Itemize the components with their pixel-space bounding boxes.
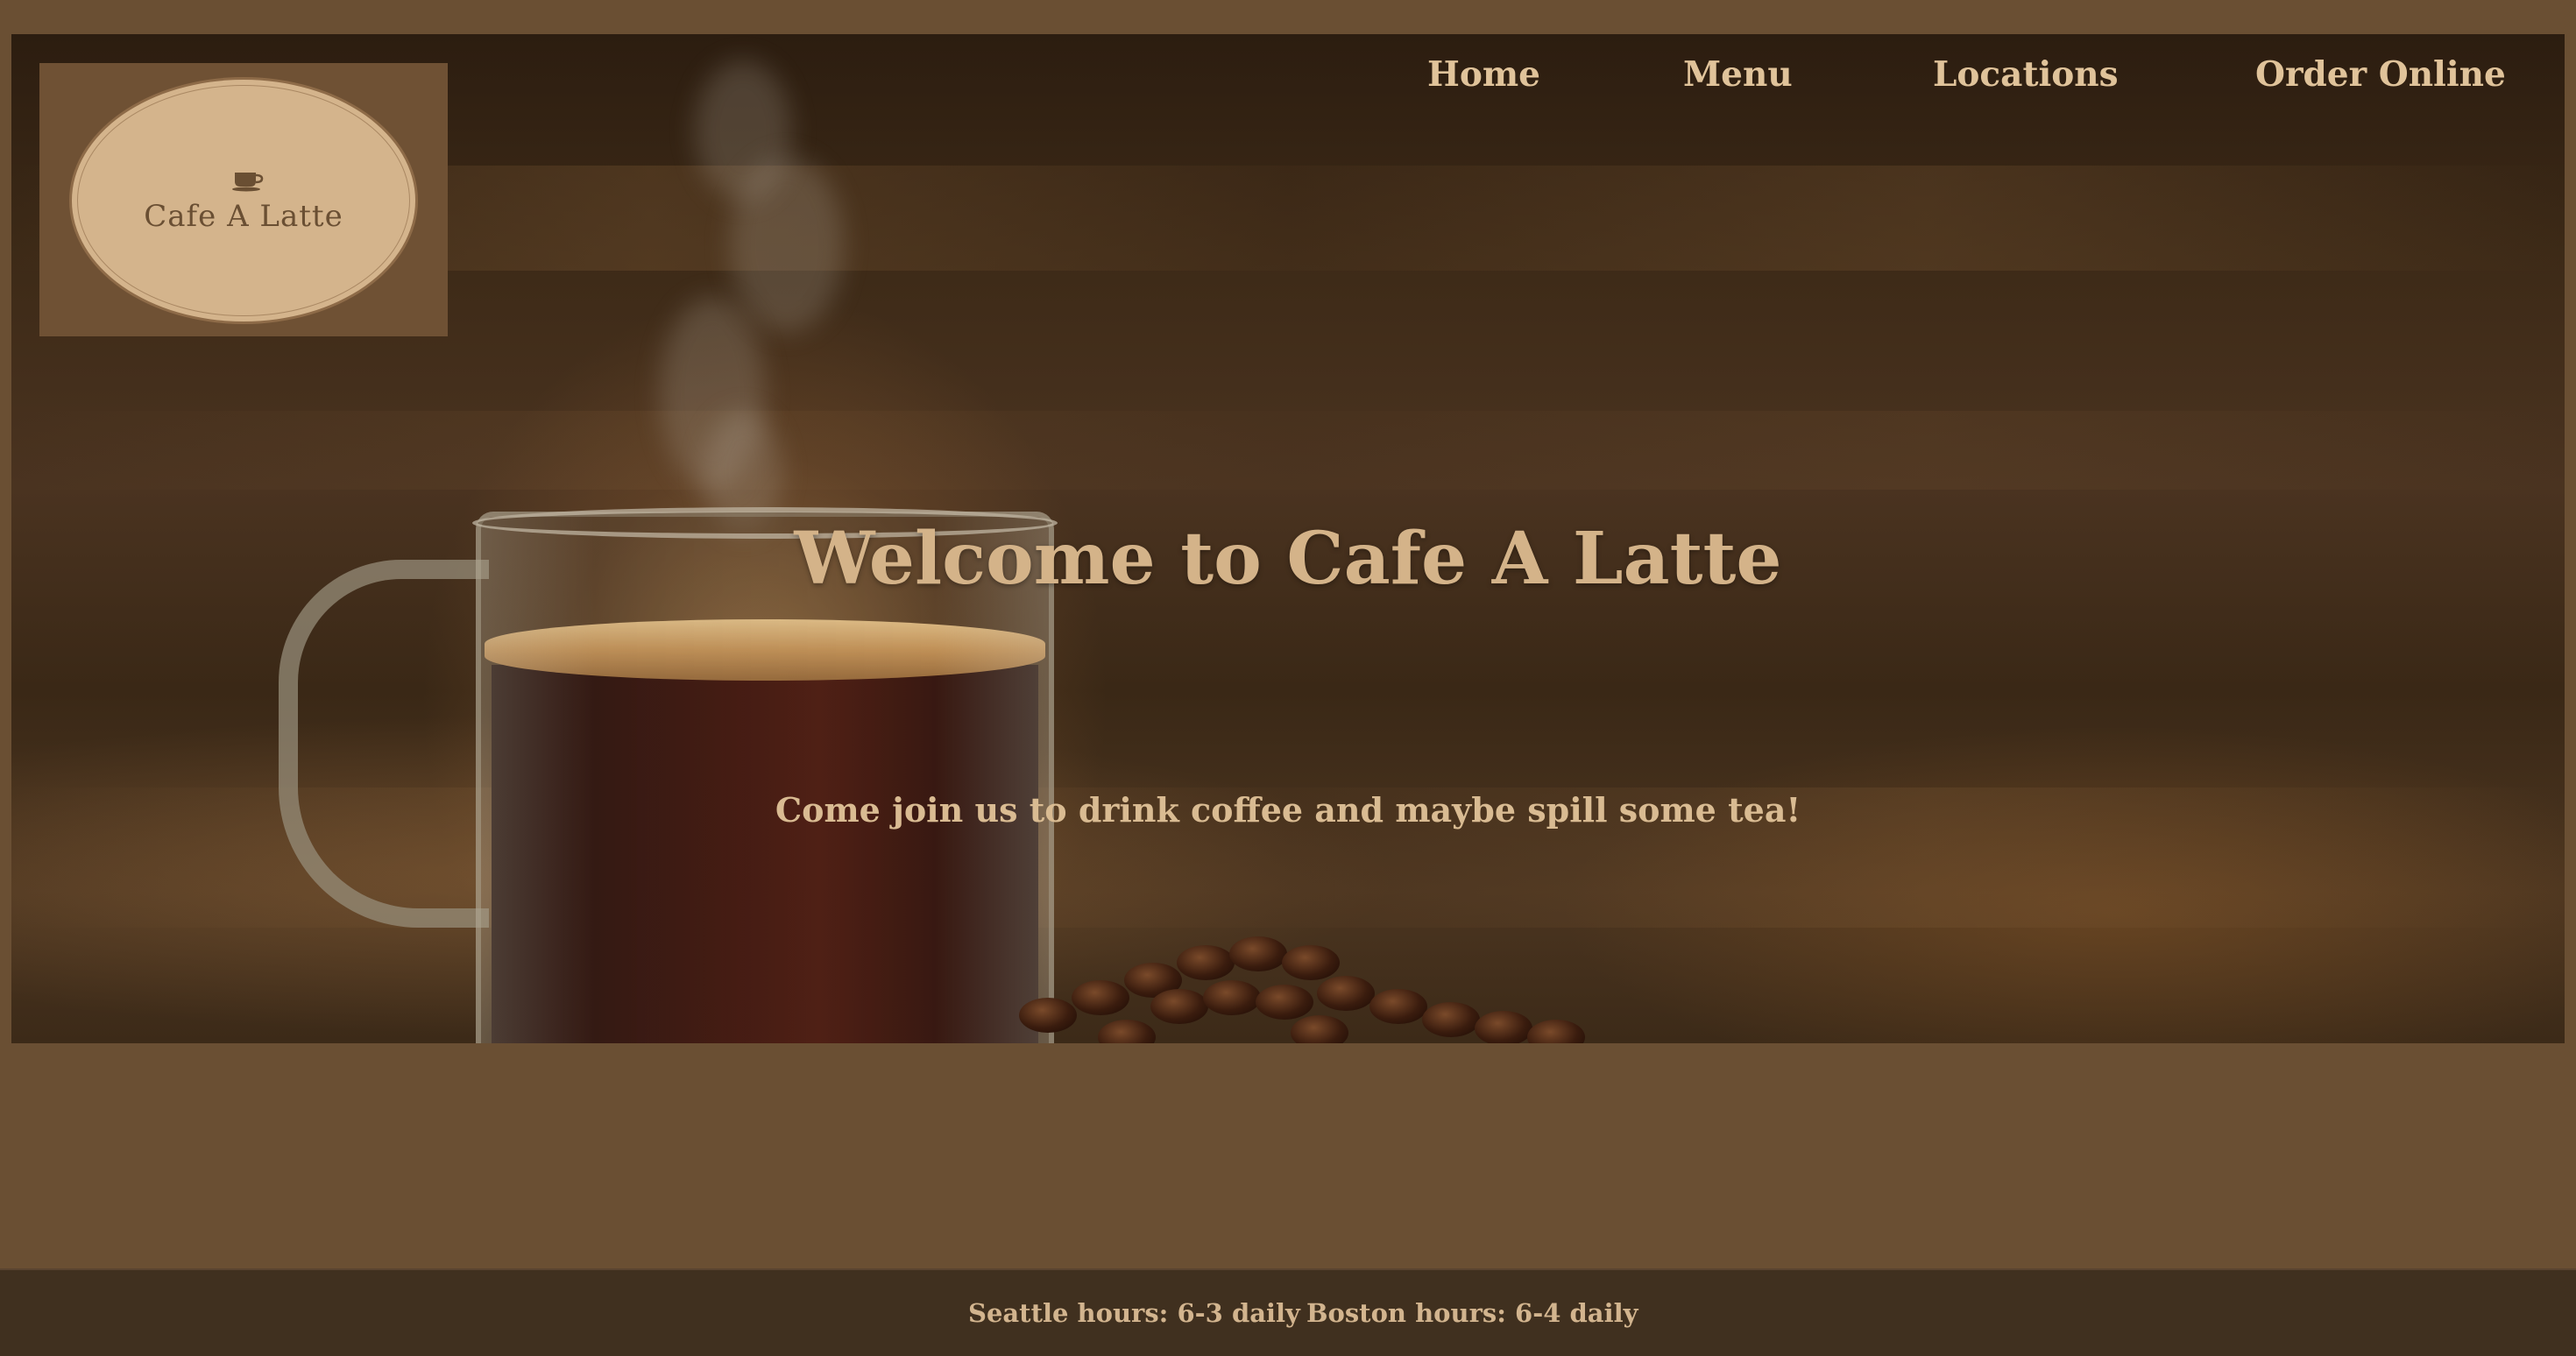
logo-badge: Cafe A Latte — [69, 77, 418, 324]
nav-menu[interactable]: Menu — [1683, 54, 1793, 95]
seattle-hours: Seattle hours: 6-3 daily — [968, 1298, 1300, 1328]
coffee-bean — [1229, 936, 1287, 971]
background-blur — [11, 411, 2565, 490]
coffee-bean — [1369, 989, 1427, 1024]
nav-home[interactable]: Home — [1427, 54, 1540, 95]
coffee-bean — [1098, 1020, 1156, 1043]
coffee-bean — [1177, 945, 1235, 980]
nav-locations[interactable]: Locations — [1933, 54, 2119, 95]
nav-order-online[interactable]: Order Online — [2255, 54, 2506, 95]
coffee-bean — [1317, 976, 1375, 1011]
hero-title: Welcome to Cafe A Latte — [794, 517, 1782, 601]
coffee-cup-icon — [232, 173, 264, 192]
coffee-bean — [1072, 980, 1129, 1015]
coffee-bean — [1203, 980, 1261, 1015]
boston-hours: Boston hours: 6-4 daily — [1306, 1298, 1638, 1328]
coffee-bean — [1475, 1011, 1532, 1043]
hero-subtitle: Come join us to drink coffee and maybe s… — [775, 790, 1801, 830]
coffee-bean — [1256, 985, 1313, 1020]
coffee-bean — [1150, 989, 1208, 1024]
footer: Seattle hours: 6-3 daily Boston hours: 6… — [0, 1268, 2576, 1356]
steam — [730, 157, 844, 332]
coffee-bean — [1291, 1015, 1348, 1043]
cup-handle — [279, 560, 489, 928]
coffee-bean — [1282, 945, 1340, 980]
page: Cafe A Latte Home Menu Locations Order O… — [0, 0, 2576, 1356]
coffee-bean — [1019, 998, 1077, 1033]
logo-text: Cafe A Latte — [144, 199, 343, 234]
coffee-bean — [1527, 1020, 1585, 1043]
coffee-bean — [1422, 1002, 1480, 1037]
logo[interactable]: Cafe A Latte — [39, 63, 448, 336]
